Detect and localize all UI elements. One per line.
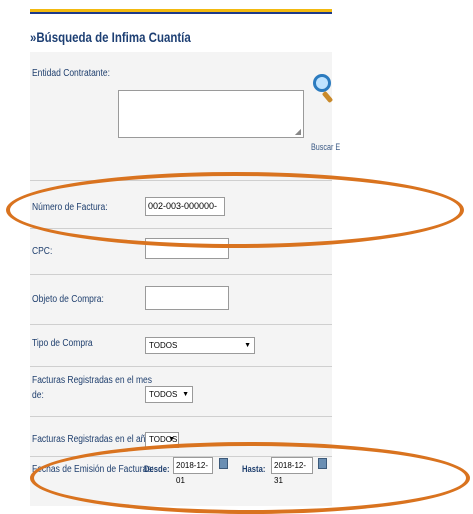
- objeto-input[interactable]: [145, 286, 229, 310]
- resize-grip-icon[interactable]: ◢: [295, 127, 301, 136]
- divider: [30, 274, 332, 275]
- entidad-textarea[interactable]: ◢: [118, 90, 304, 138]
- tipo-selected-value: TODOS: [149, 341, 178, 350]
- header-stripe-blue: [30, 12, 332, 14]
- cpc-label: CPC:: [32, 246, 53, 257]
- divider: [30, 416, 332, 417]
- search-form: Entidad Contratante: ◢ Buscar E Número d…: [30, 52, 340, 506]
- entidad-label: Entidad Contratante:: [32, 68, 110, 79]
- magnifier-icon: [313, 74, 331, 92]
- mes-select[interactable]: TODOS ▼: [145, 386, 193, 403]
- page-title: »Búsqueda de Infima Cuantía: [30, 29, 191, 45]
- annotation-ellipse-factura: [6, 172, 464, 248]
- chevron-down-icon: ▼: [182, 391, 189, 398]
- objeto-label: Objeto de Compra:: [32, 294, 104, 305]
- divider: [30, 366, 332, 367]
- mes-label-line2: de:: [32, 390, 44, 401]
- search-button-label: Buscar E: [311, 142, 341, 152]
- tipo-label: Tipo de Compra: [32, 338, 93, 349]
- anio-label: Facturas Registradas en el año:: [32, 434, 153, 445]
- mes-selected-value: TODOS: [149, 390, 178, 399]
- annotation-ellipse-fechas: [30, 442, 470, 514]
- header-bar: [30, 0, 332, 8]
- tipo-select[interactable]: TODOS ▼: [145, 337, 255, 354]
- divider: [30, 324, 332, 325]
- chevron-down-icon: ▼: [244, 342, 251, 349]
- search-entity-button[interactable]: Buscar E: [311, 72, 340, 152]
- mes-label-line1: Facturas Registradas en el mes: [32, 375, 152, 386]
- magnifier-handle: [321, 90, 334, 104]
